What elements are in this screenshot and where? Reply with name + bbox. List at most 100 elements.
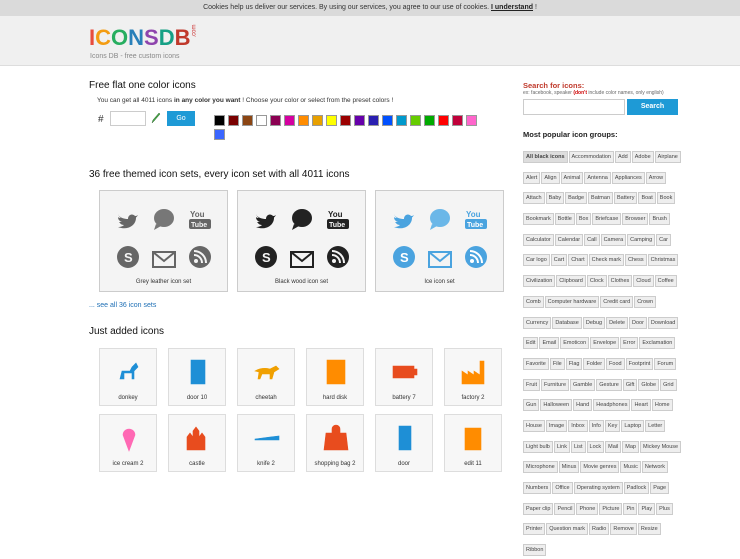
tag-airplane[interactable]: Airplane: [654, 151, 681, 163]
tag-image[interactable]: Image: [545, 419, 568, 432]
tag-forum[interactable]: Forum: [654, 357, 677, 370]
search-button[interactable]: Search: [627, 99, 678, 115]
tag-calendar[interactable]: Calendar: [554, 233, 584, 246]
color-swatch[interactable]: [214, 129, 225, 140]
tag-badge[interactable]: Badge: [565, 192, 588, 205]
color-swatch[interactable]: [326, 115, 337, 126]
color-swatch[interactable]: [410, 115, 421, 126]
site-logo[interactable]: ICONSDB: [89, 25, 191, 51]
tag-car[interactable]: Car: [656, 233, 672, 246]
tag-grid[interactable]: Grid: [660, 378, 677, 391]
tag-browser[interactable]: Browser: [622, 213, 649, 226]
tag-gamble[interactable]: Gamble: [570, 378, 596, 391]
tag-door[interactable]: Door: [628, 316, 647, 329]
tag-fruit[interactable]: Fruit: [523, 378, 540, 391]
tag-delete[interactable]: Delete: [606, 316, 628, 329]
tag-bookmark[interactable]: Bookmark: [523, 213, 554, 226]
tag-battery[interactable]: Battery: [614, 192, 638, 205]
tag-book[interactable]: Book: [656, 192, 676, 205]
icon-tile-cheetah[interactable]: cheetah: [237, 348, 295, 406]
tag-email[interactable]: Email: [539, 337, 560, 350]
tag-gun[interactable]: Gun: [523, 399, 540, 412]
tag-batman[interactable]: Batman: [588, 192, 614, 205]
tag-comb[interactable]: Comb: [523, 295, 544, 308]
tag-map[interactable]: Map: [622, 440, 639, 453]
tag-play[interactable]: Play: [638, 502, 656, 515]
icon-tile-donkey[interactable]: donkey: [99, 348, 157, 406]
color-swatch[interactable]: [312, 115, 323, 126]
tag-mail[interactable]: Mail: [605, 440, 622, 453]
icon-tile-knife-2[interactable]: knife 2: [237, 414, 295, 472]
tag-chess[interactable]: Chess: [624, 254, 647, 267]
tag-music[interactable]: Music: [620, 461, 641, 474]
tag-folder[interactable]: Folder: [583, 357, 606, 370]
tag-home[interactable]: Home: [651, 399, 673, 412]
tag-error[interactable]: Error: [620, 337, 639, 350]
tag-check-mark[interactable]: Check mark: [588, 254, 624, 267]
color-swatch[interactable]: [298, 115, 309, 126]
tag-list[interactable]: List: [570, 440, 586, 453]
color-swatch[interactable]: [382, 115, 393, 126]
tag-camera[interactable]: Camera: [600, 233, 627, 246]
tag-adobe[interactable]: Adobe: [631, 151, 654, 163]
tag-inbox[interactable]: Inbox: [568, 419, 588, 432]
icon-tile-door[interactable]: door: [375, 414, 433, 472]
color-swatch[interactable]: [466, 115, 477, 126]
tag-ribbon[interactable]: Ribbon: [523, 544, 547, 557]
icon-tile-ice-cream-2[interactable]: ice cream 2: [99, 414, 157, 472]
tag-camping[interactable]: Camping: [627, 233, 656, 246]
cookie-accept-link[interactable]: I understand: [491, 4, 533, 11]
tag-crown[interactable]: Crown: [634, 295, 657, 308]
go-button[interactable]: Go: [167, 111, 195, 126]
tag-pin[interactable]: Pin: [623, 502, 638, 515]
tag-favorite[interactable]: Favorite: [523, 357, 549, 370]
tag-microphone[interactable]: Microphone: [523, 461, 558, 474]
icon-tile-factory-2[interactable]: factory 2: [444, 348, 502, 406]
color-swatch[interactable]: [396, 115, 407, 126]
icon-tile-edit-11[interactable]: edit 11: [444, 414, 502, 472]
tag-phone[interactable]: Phone: [576, 502, 599, 515]
tag-box[interactable]: Box: [575, 213, 592, 226]
tag-printer[interactable]: Printer: [523, 523, 546, 536]
tag-brush[interactable]: Brush: [649, 213, 670, 226]
tag-arrow[interactable]: Arrow: [645, 171, 667, 184]
color-swatch[interactable]: [340, 115, 351, 126]
tag-attach[interactable]: Attach: [523, 192, 545, 205]
tag-light-bulb[interactable]: Light bulb: [523, 440, 553, 453]
tag-exclamation[interactable]: Exclamation: [639, 337, 676, 350]
tag-calculator[interactable]: Calculator: [523, 233, 554, 246]
tag-heart[interactable]: Heart: [631, 399, 651, 412]
see-all-text[interactable]: ... see all 36 icon sets: [89, 302, 156, 309]
color-swatch[interactable]: [242, 115, 253, 126]
see-all-icon-sets-link[interactable]: ... see all 36 icon sets: [89, 302, 156, 309]
tag-all-black-icons[interactable]: All black icons: [523, 151, 568, 163]
icon-tile-shopping-bag-2[interactable]: shopping bag 2: [306, 414, 364, 472]
icon-tile-battery-7[interactable]: battery 7: [375, 348, 433, 406]
color-swatch[interactable]: [368, 115, 379, 126]
tag-link[interactable]: Link: [553, 440, 570, 453]
tag-resize[interactable]: Resize: [637, 523, 661, 536]
tag-coffee[interactable]: Coffee: [654, 275, 677, 288]
tag-key[interactable]: Key: [604, 419, 621, 432]
color-swatch[interactable]: [438, 115, 449, 126]
tag-add[interactable]: Add: [614, 151, 631, 163]
tag-house[interactable]: House: [523, 419, 545, 432]
tag-chart[interactable]: Chart: [568, 254, 588, 267]
tag-currency[interactable]: Currency: [523, 316, 552, 329]
tag-furniture[interactable]: Furniture: [541, 378, 570, 391]
tag-lock[interactable]: Lock: [586, 440, 605, 453]
tag-paper-clip[interactable]: Paper clip: [523, 502, 554, 515]
tag-computer-hardware[interactable]: Computer hardware: [544, 295, 600, 308]
tag-briefcase[interactable]: Briefcase: [592, 213, 622, 226]
tag-bottle[interactable]: Bottle: [554, 213, 575, 226]
tag-debug[interactable]: Debug: [582, 316, 606, 329]
tag-cloud[interactable]: Cloud: [633, 275, 654, 288]
tag-plus[interactable]: Plus: [656, 502, 673, 515]
tag-boat[interactable]: Boat: [638, 192, 656, 205]
tag-baby[interactable]: Baby: [545, 192, 565, 205]
tag-database[interactable]: Database: [552, 316, 582, 329]
tag-credit-card[interactable]: Credit card: [600, 295, 634, 308]
color-picker-icon[interactable]: [151, 112, 161, 127]
tag-civilization[interactable]: Civilization: [523, 275, 556, 288]
tag-clock[interactable]: Clock: [586, 275, 607, 288]
